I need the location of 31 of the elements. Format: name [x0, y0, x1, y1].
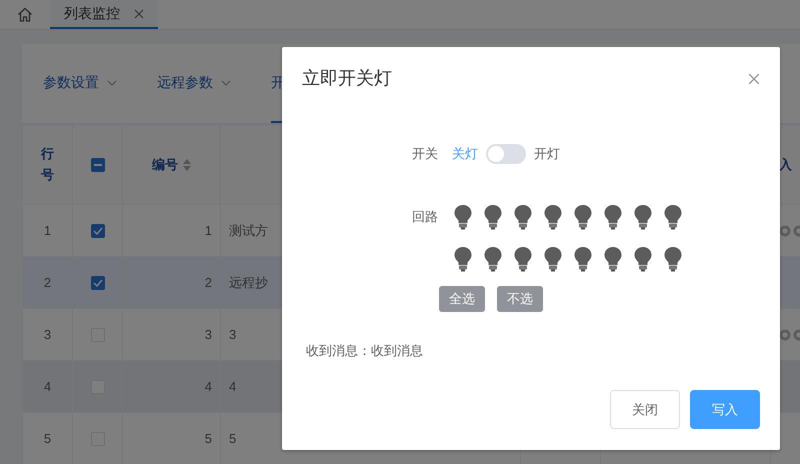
table-cell: 5 — [204, 430, 212, 446]
table-cell: 3 — [229, 326, 236, 342]
table-cell: 4 — [44, 378, 52, 394]
column-header[interactable]: 编号 — [152, 156, 178, 172]
close-button[interactable]: 关闭 — [610, 390, 680, 429]
table-cell: 2 — [44, 274, 52, 290]
table-cell: 5 — [229, 430, 236, 446]
table-cell: 远程抄 — [229, 274, 268, 290]
column-header: 入 — [779, 156, 792, 172]
table-cell: 5 — [44, 430, 52, 446]
table-cell: 1 — [204, 222, 212, 238]
write-button[interactable]: 写入 — [690, 390, 760, 429]
table-cell: 3 — [44, 326, 52, 342]
table-cell: 4 — [229, 378, 236, 394]
menu-tab[interactable]: 参数设置 — [43, 44, 137, 123]
field-label: 开关 — [412, 145, 439, 164]
select-button[interactable]: 不选 — [497, 286, 543, 312]
dialog-title: 立即开关灯 — [302, 67, 392, 90]
select-button[interactable]: 全选 — [439, 286, 485, 312]
table-cell: 4 — [204, 378, 212, 394]
table-cell: 1 — [44, 222, 52, 238]
message-text: 收到消息：收到消息 — [306, 342, 423, 358]
menu-tab[interactable]: 远程参数 — [157, 44, 251, 123]
table-cell: 2 — [204, 274, 212, 290]
tab[interactable]: 列表监控 — [50, 0, 158, 29]
table-cell: 测试方 — [229, 222, 268, 238]
switch-label[interactable]: 关灯 — [452, 144, 478, 164]
table-cell: 3 — [204, 326, 212, 342]
field-label: 回路 — [412, 208, 439, 226]
column-header: 行号 — [41, 144, 54, 184]
switch-label[interactable]: 开灯 — [534, 144, 560, 164]
